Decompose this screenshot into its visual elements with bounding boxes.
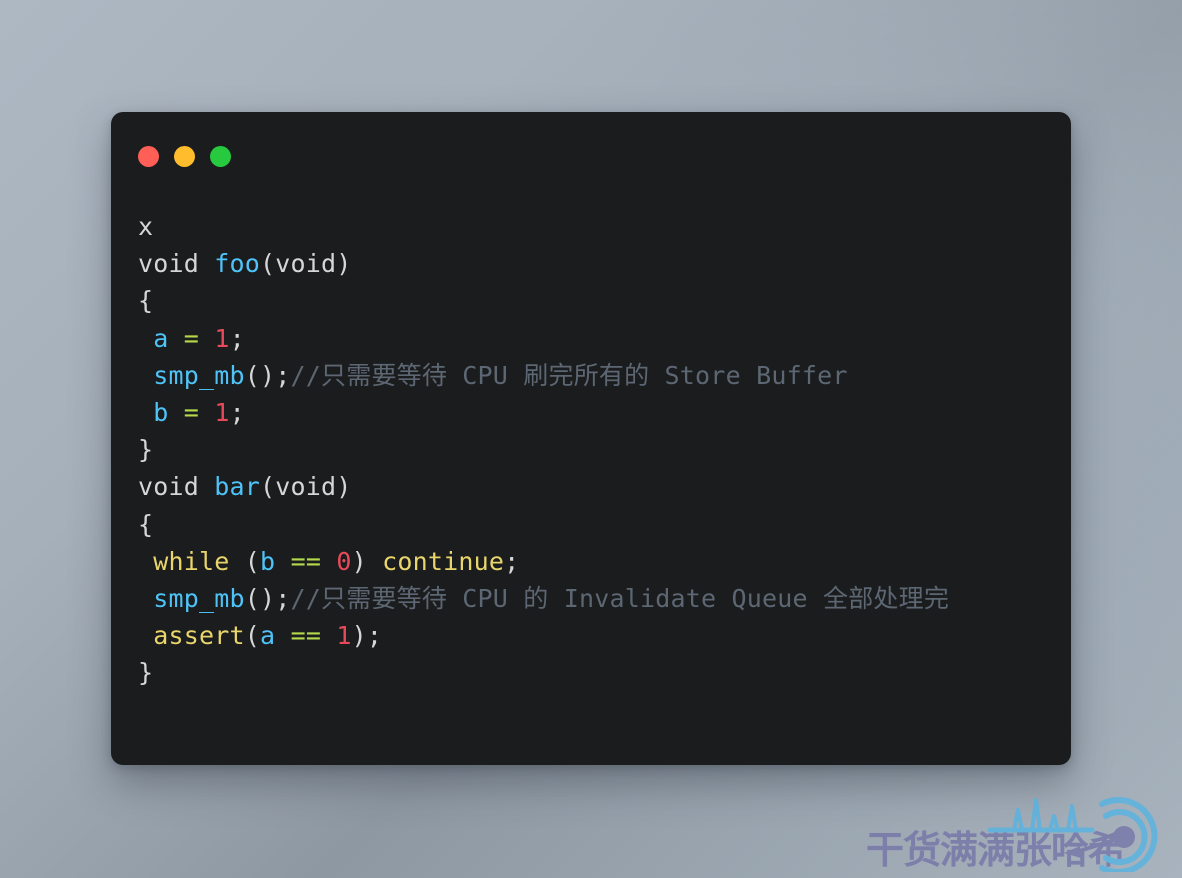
code-line: {: [138, 506, 1061, 543]
code-line: }: [138, 431, 1061, 468]
code-token-num: 1: [214, 397, 230, 427]
code-token-fn: smp_mb: [153, 583, 245, 613]
code-token-fn: foo: [214, 249, 261, 279]
code-token-punct: (: [244, 621, 261, 651]
code-line: x: [138, 208, 1061, 245]
code-token-var: b: [260, 546, 276, 576]
code-token-punct: (void): [260, 249, 352, 279]
code-token-punct: ;: [229, 323, 245, 353]
code-token-punct: ;: [504, 546, 520, 576]
code-line: while (b == 0) continue;: [138, 543, 1061, 580]
code-line: smp_mb();//只需要等待 CPU 的 Invalidate Queue …: [138, 580, 1061, 617]
code-token-op: ==: [290, 546, 322, 576]
code-token-punct: ): [351, 546, 383, 576]
code-token-var: a: [153, 323, 169, 353]
window-minimize-button[interactable]: [174, 146, 195, 167]
code-block[interactable]: x void foo(void){ a = 1; smp_mb();//只需要等待…: [138, 208, 1061, 691]
code-token-comment: //只需要等待 CPU 的 Invalidate Queue 全部处理完: [290, 583, 950, 613]
code-token-comment: //只需要等待 CPU 刷完所有的 Store Buffer: [290, 360, 848, 390]
code-token-punct: );: [351, 621, 383, 651]
code-line: smp_mb();//只需要等待 CPU 刷完所有的 Store Buffer: [138, 357, 1061, 394]
window-maximize-button[interactable]: [210, 146, 231, 167]
code-token-plain: x: [138, 212, 154, 241]
code-token-plain: void: [138, 249, 215, 279]
watermark: 干货满满张哈希: [864, 790, 1174, 876]
code-token-num: 1: [214, 323, 230, 353]
code-token-punct: {: [138, 286, 154, 316]
radar-signal-icon: [987, 797, 1158, 872]
code-token-punct: (: [229, 546, 261, 576]
code-token-kw: assert: [153, 621, 245, 651]
code-token-punct: }: [138, 435, 154, 465]
code-line: a = 1;: [138, 320, 1061, 357]
code-line: void bar(void): [138, 468, 1061, 505]
code-token-num: 1: [336, 621, 352, 651]
code-token-punct: {: [138, 509, 154, 539]
code-token-var: a: [260, 621, 276, 651]
code-line: void foo(void): [138, 245, 1061, 282]
code-window: x void foo(void){ a = 1; smp_mb();//只需要等待…: [111, 112, 1071, 765]
code-token-punct: (void): [260, 472, 352, 502]
code-token-punct: ;: [229, 397, 245, 427]
code-token-punct: }: [138, 658, 154, 688]
code-token-op: =: [183, 397, 200, 427]
code-line: b = 1;: [138, 394, 1061, 431]
code-token-fn: bar: [214, 472, 261, 502]
screenshot-canvas: x void foo(void){ a = 1; smp_mb();//只需要等待…: [0, 0, 1182, 878]
code-line: assert(a == 1);: [138, 617, 1061, 654]
code-token-num: 0: [336, 546, 352, 576]
code-line: }: [138, 654, 1061, 691]
window-close-button[interactable]: [138, 146, 159, 167]
code-token-var: b: [153, 397, 169, 427]
code-token-kw: while: [153, 546, 230, 576]
code-token-punct: ();: [244, 583, 291, 613]
code-token-kw: continue: [382, 546, 505, 576]
code-token-op: =: [183, 323, 200, 353]
code-line: {: [138, 282, 1061, 319]
code-token-punct: ();: [244, 360, 291, 390]
window-titlebar: [138, 146, 231, 167]
code-token-op: ==: [290, 621, 322, 651]
code-token-plain: void: [138, 472, 215, 502]
code-token-fn: smp_mb: [153, 360, 245, 390]
watermark-text: 干货满满张哈希: [866, 828, 1126, 872]
